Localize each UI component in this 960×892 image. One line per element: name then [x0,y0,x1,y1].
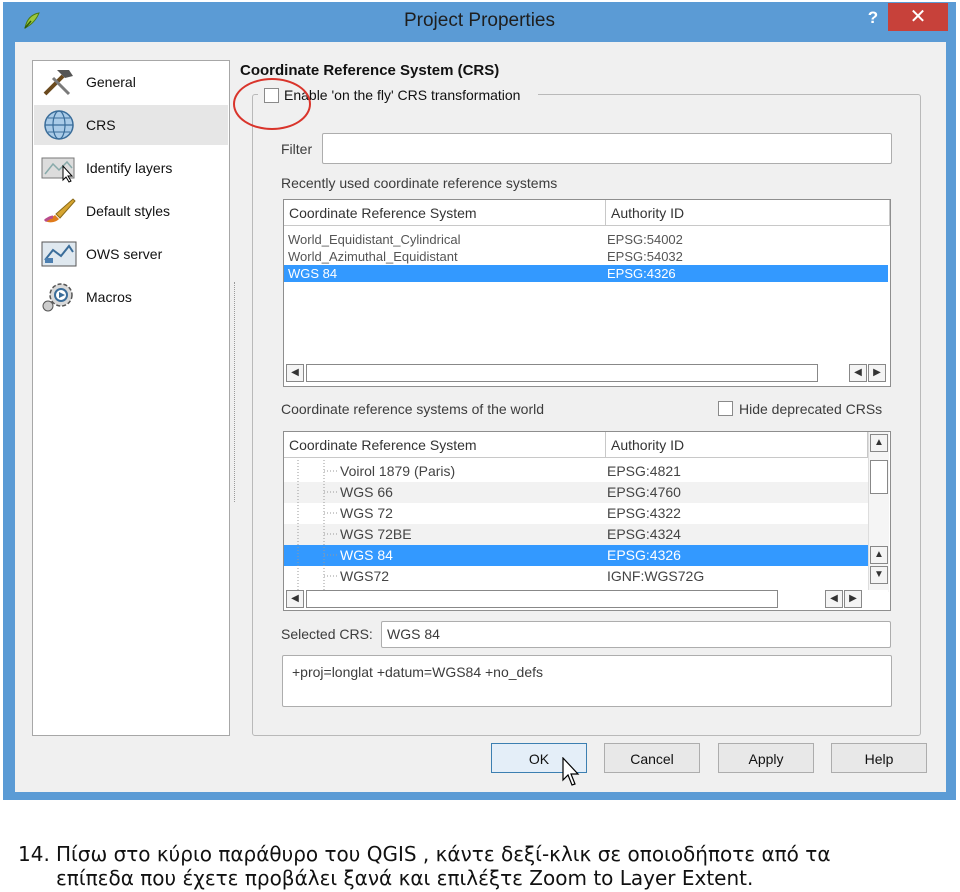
authority-id-cell: EPSG:4322 [607,505,681,521]
sidebar-item-label: General [86,74,136,90]
scroll-thumb[interactable] [306,364,818,382]
proj-string-box[interactable]: +proj=longlat +datum=WGS84 +no_defs [282,655,892,707]
apply-button[interactable]: Apply [718,743,814,773]
help-button[interactable]: Help [831,743,927,773]
crs-name-cell: WGS72 [340,568,390,584]
tree-lines [297,460,338,590]
world-header-crs[interactable]: Coordinate Reference System [284,432,606,458]
recent-crs-table: Coordinate Reference System Authority ID… [283,199,891,387]
world-horizontal-scrollbar[interactable]: ◀ ◀ ▶ [286,590,888,608]
ows-server-icon [41,241,77,267]
table-row[interactable]: Voirol 1879 (Paris) EPSG:4821 [284,461,868,482]
authority-id-cell: EPSG:4760 [607,484,681,500]
proj-string-text: +proj=longlat +datum=WGS84 +no_defs [292,664,544,680]
scroll-thumb[interactable] [306,590,778,608]
paintbrush-icon [43,198,76,223]
authority-id-cell: IGNF:WGS72G [607,568,705,584]
selected-crs-value: WGS 84 [387,626,440,642]
window-title: Project Properties [403,10,555,31]
world-crs-table: Coordinate Reference System Authority ID… [283,431,891,611]
crs-name-cell: World_Azimuthal_Equidistant [288,249,458,264]
world-crs-label: Coordinate reference systems of the worl… [281,401,545,417]
table-row[interactable]: WGS72 IGNF:WGS72G [284,566,868,587]
authority-id-cell: EPSG:4326 [607,266,676,281]
authority-id-cell: EPSG:4821 [607,463,681,479]
identify-layers-icon [41,157,75,183]
sidebar-item-general[interactable]: General [34,62,228,102]
recent-crs-label: Recently used coordinate reference syste… [281,175,558,191]
help-title-button[interactable]: ? [861,8,885,30]
filter-label: Filter [281,141,313,157]
globe-icon [44,110,74,140]
sidebar: General CRS Identify layers Default styl… [32,60,230,736]
crs-group-title: Coordinate Reference System (CRS) [240,62,500,79]
sidebar-item-label: Macros [86,289,132,305]
hammer-icon [43,70,73,96]
sidebar-item-macros[interactable]: Macros [34,277,228,317]
crs-name-cell: WGS 84 [288,266,338,281]
scroll-up-icon[interactable]: ▲ [870,546,888,564]
table-row[interactable]: World_Equidistant_Cylindrical EPSG:54002 [284,231,890,248]
cancel-button[interactable]: Cancel [604,743,700,773]
title-bar: Project Properties ? ✕ [3,2,956,42]
scroll-left-icon[interactable]: ◀ [825,590,843,608]
authority-id-cell: EPSG:4324 [607,526,681,542]
scroll-right-icon[interactable]: ▶ [868,364,886,382]
table-row[interactable]: WGS 72 EPSG:4322 [284,503,868,524]
crs-name-cell: Voirol 1879 (Paris) [340,463,456,479]
scroll-down-icon[interactable]: ▼ [870,566,888,584]
crs-name-cell: WGS 72BE [340,526,412,542]
close-button[interactable]: ✕ [888,3,948,31]
selected-crs-field[interactable]: WGS 84 [381,621,891,648]
step-number: 14. [18,842,50,866]
caption-line-1: Πίσω στο κύριο παράθυρο του QGIS , κάντε… [56,842,831,866]
sidebar-item-crs[interactable]: CRS [34,105,228,145]
table-row[interactable]: WGS 66 EPSG:4760 [284,482,868,503]
table-row[interactable]: World_Azimuthal_Equidistant EPSG:54032 [284,248,890,265]
tutorial-caption: 14. Πίσω στο κύριο παράθυρο του QGIS , κά… [18,842,831,890]
selected-crs-label: Selected CRS: [281,626,373,642]
table-row-selected[interactable]: WGS 84 EPSG:4326 [284,545,868,566]
panel-splitter[interactable] [234,282,237,502]
scroll-thumb[interactable] [870,460,888,494]
caption-line-2: επίπεδα που έχετε προβάλει ξανά και επιλ… [56,866,754,890]
recent-header-crs[interactable]: Coordinate Reference System [284,200,606,226]
hide-deprecated-checkbox[interactable] [718,401,733,416]
sidebar-item-ows-server[interactable]: OWS server [34,234,228,274]
dialog-client-area: General CRS Identify layers Default styl… [15,42,946,792]
scroll-left-icon[interactable]: ◀ [286,364,304,382]
sidebar-item-label: Default styles [86,203,171,219]
authority-id-cell: EPSG:4326 [607,547,681,563]
crs-name-cell: WGS 72 [340,505,393,521]
filter-input[interactable] [322,133,892,164]
sidebar-item-label: CRS [86,117,116,133]
macros-gear-icon [42,283,73,312]
sidebar-item-label: OWS server [86,246,163,262]
crs-name-cell: WGS 66 [340,484,393,500]
sidebar-item-identify-layers[interactable]: Identify layers [34,148,228,188]
otf-label: Enable 'on the fly' CRS transformation [284,87,521,103]
crs-name-cell: World_Equidistant_Cylindrical [288,232,461,247]
recent-header-authority[interactable]: Authority ID [606,200,890,226]
annotation-circle [233,78,311,130]
recent-horizontal-scrollbar[interactable]: ◀ ◀ ▶ [286,364,886,382]
sidebar-item-label: Identify layers [86,160,173,176]
authority-id-cell: EPSG:54032 [607,249,683,264]
mouse-cursor-icon [562,757,580,786]
authority-id-cell: EPSG:54002 [607,232,683,247]
project-properties-window: Project Properties ? ✕ General CRS Ident… [3,2,956,800]
sidebar-item-default-styles[interactable]: Default styles [34,191,228,231]
crs-name-cell: WGS 84 [340,547,393,563]
world-vertical-scrollbar[interactable]: ▲ ▲ ▼ [868,432,889,592]
scroll-left-icon[interactable]: ◀ [286,590,304,608]
scroll-up-icon[interactable]: ▲ [870,434,888,452]
hide-deprecated-label: Hide deprecated CRSs [739,401,883,417]
scroll-right-icon[interactable]: ▶ [844,590,862,608]
table-row[interactable]: WGS 72BE EPSG:4324 [284,524,868,545]
world-header-authority[interactable]: Authority ID [606,432,868,458]
table-row-selected[interactable]: WGS 84 EPSG:4326 [284,265,888,282]
scroll-left-icon[interactable]: ◀ [849,364,867,382]
